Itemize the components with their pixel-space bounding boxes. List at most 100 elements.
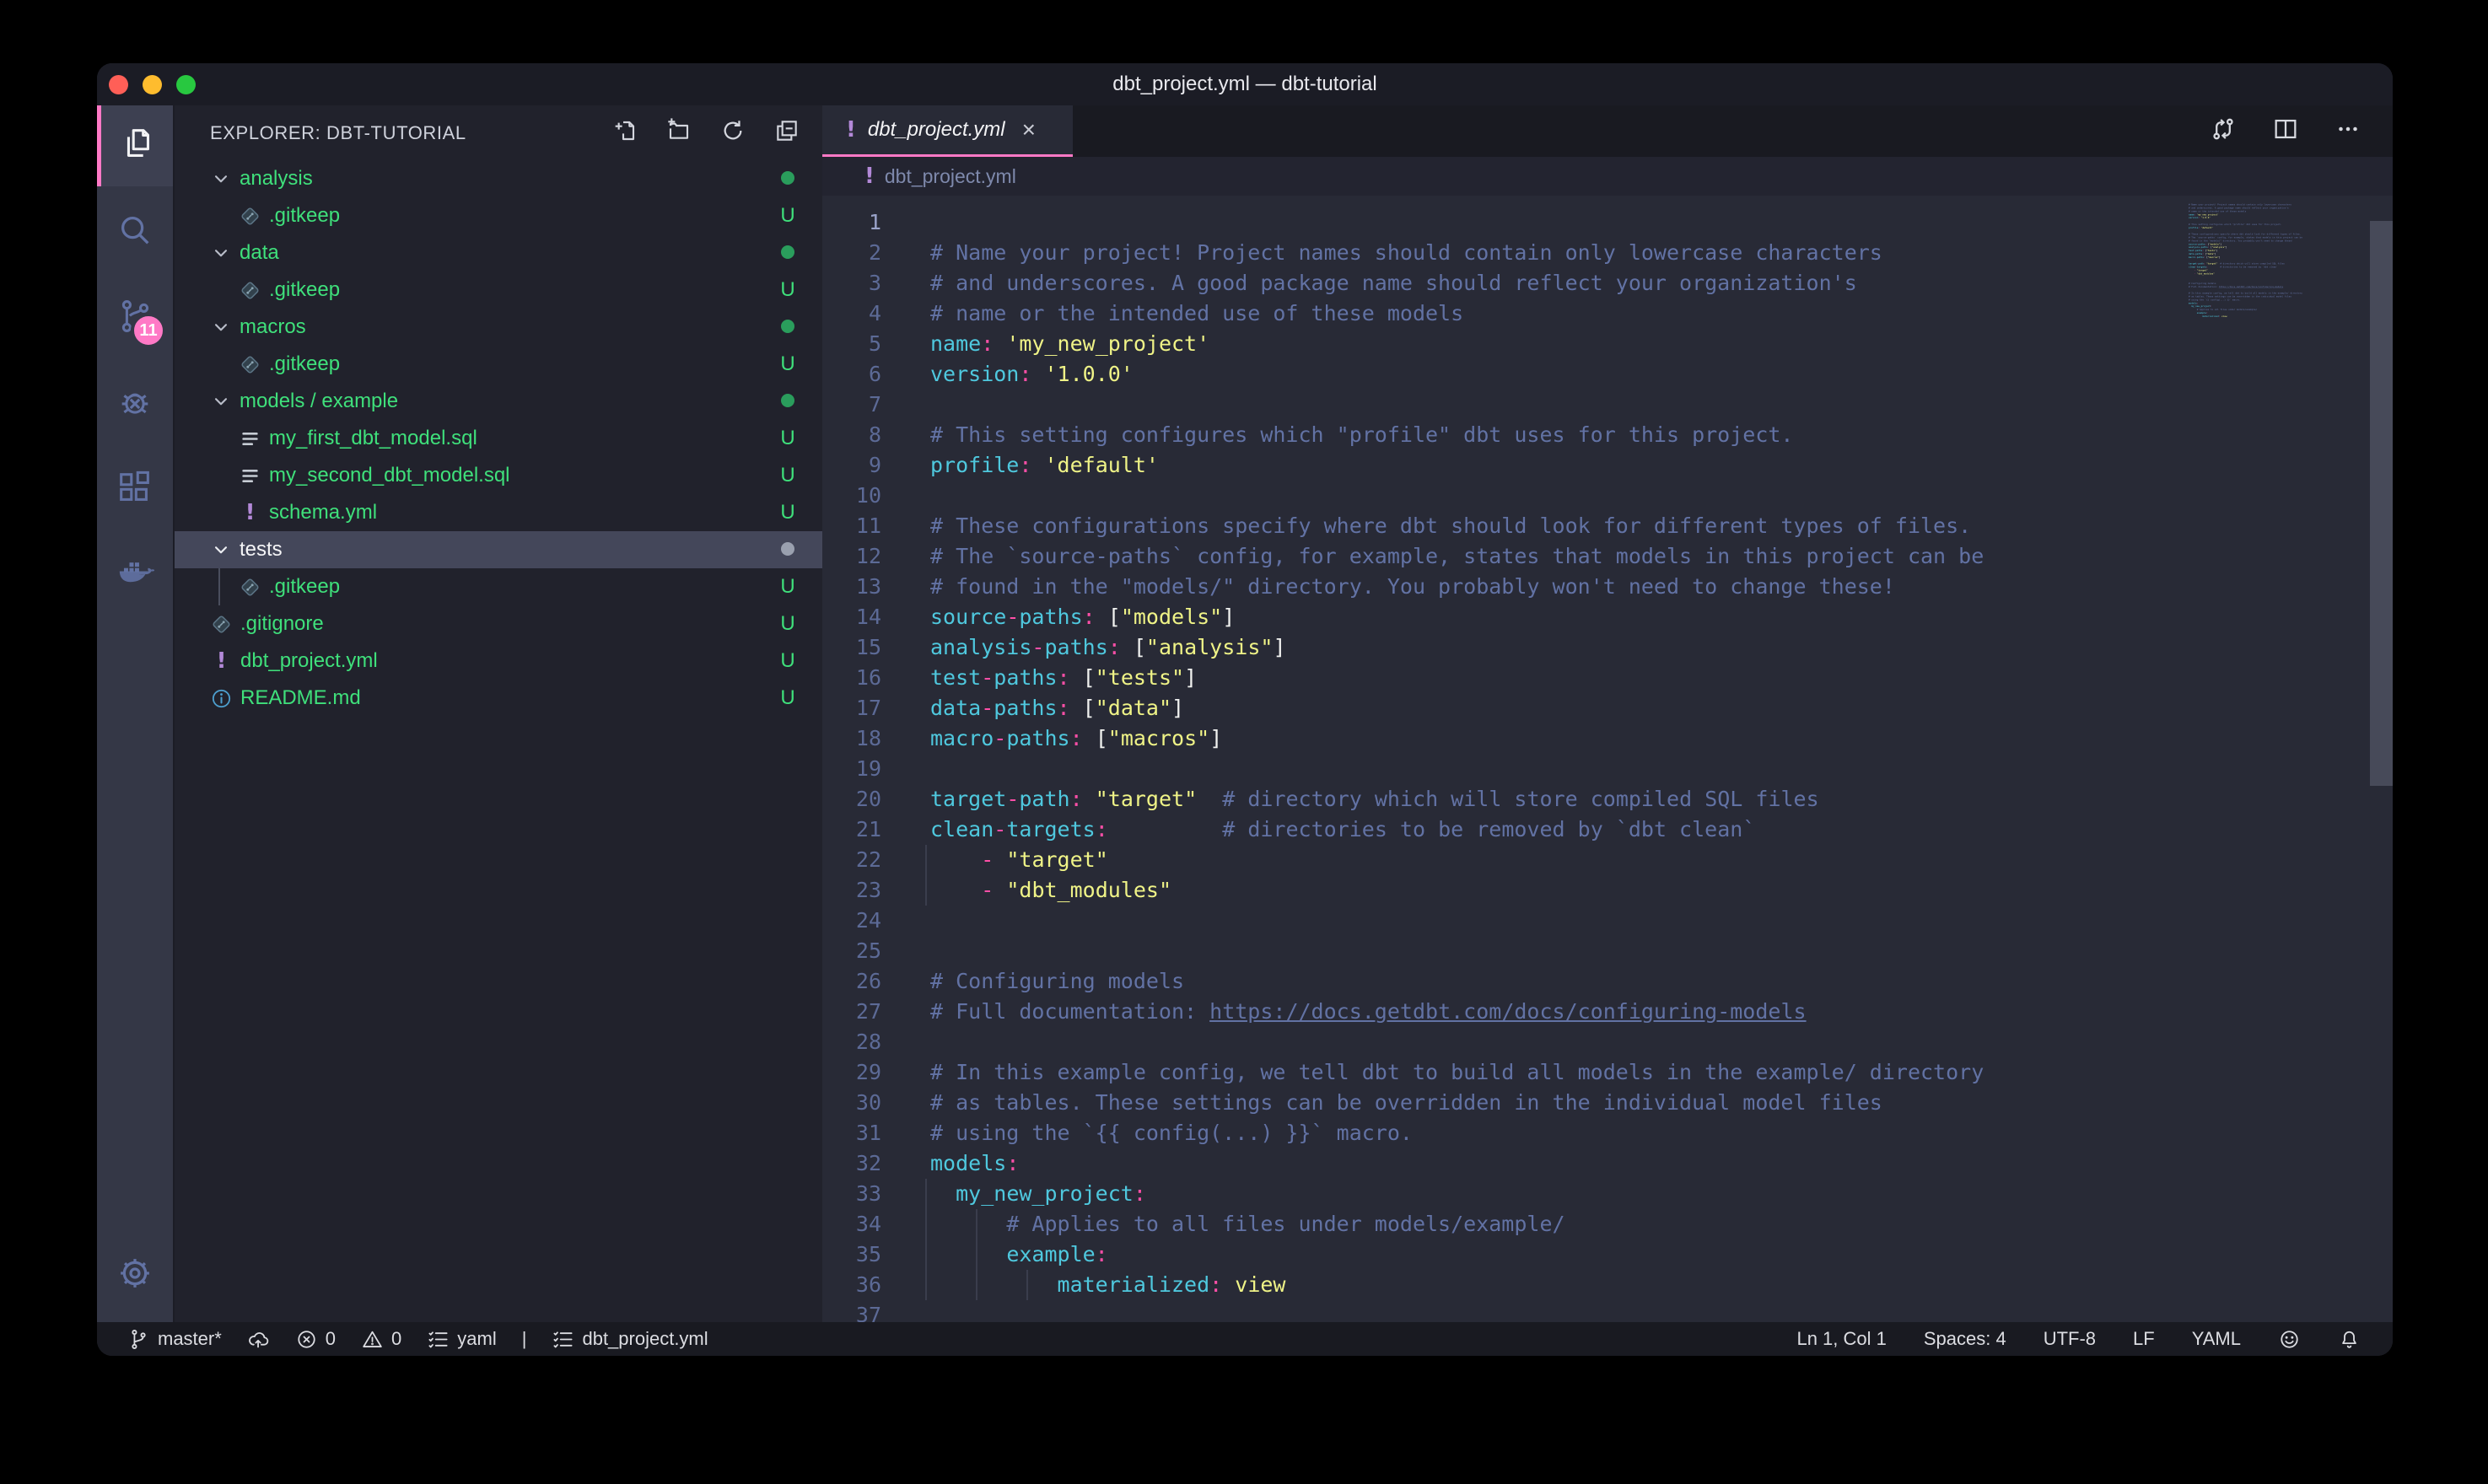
status-label: YAML [2192,1328,2241,1350]
sql-file-icon [239,427,261,450]
minimap[interactable]: # Name your project! Project names shoul… [2189,200,2366,1322]
line-number: 28 [822,1027,881,1057]
tree-item-label: .gitkeep [269,278,340,302]
code-line-32: 32models: [822,1148,2173,1179]
breadcrumb-item-filename[interactable]: dbt_project.yml [885,165,1016,188]
code-line-24: 24 [822,906,2173,936]
status-utf-8[interactable]: UTF-8 [2044,1328,2096,1350]
activity-extensions[interactable] [97,449,173,530]
close-tab-icon[interactable]: × [1022,116,1036,143]
status-warning[interactable]: 0 [361,1328,401,1351]
sql-file-icon [239,465,261,487]
tree-file-schema-yml[interactable]: !schema.ymlU [175,494,822,531]
status-bell[interactable] [2338,1328,2361,1351]
status-lf[interactable]: LF [2133,1328,2155,1350]
code-line-25: 25 [822,936,2173,966]
line-number: 14 [822,602,881,632]
status-cloud-upload[interactable] [247,1328,270,1351]
git-file-icon [210,613,233,636]
tree-file--gitkeep[interactable]: .gitkeepU [175,197,822,234]
docker-whale-icon [116,555,154,598]
line-number: 20 [822,784,881,815]
git-branch-icon [127,1328,150,1351]
line-number: 23 [822,875,881,906]
split-editor-icon[interactable] [2271,115,2300,148]
tree-item-label: macros [240,315,306,339]
line-number: 37 [822,1300,881,1322]
status-smiley[interactable] [2278,1328,2301,1351]
line-number: 6 [822,359,881,390]
code-line-36: 36 materialized: view [822,1270,2173,1300]
code-line-35: 35 example: [822,1239,2173,1270]
cloud-upload-icon [247,1328,270,1351]
line-number: 22 [822,845,881,875]
status-checklist[interactable]: dbt_project.yml [552,1328,708,1351]
activity-docker[interactable] [97,535,173,616]
more-actions-icon[interactable] [2334,115,2362,148]
tree-file-readme-md[interactable]: README.mdU [175,680,822,717]
vscode-window: dbt_project.yml — dbt-tutorial 11 [97,63,2393,1356]
tree-file--gitignore[interactable]: .gitignoreU [175,605,822,643]
tree-folder-analysis[interactable]: analysis [175,160,822,197]
breadcrumb[interactable]: ! dbt_project.yml [822,157,2393,196]
new-file-icon[interactable] [611,117,638,148]
line-number: 2 [822,238,881,268]
refresh-icon[interactable] [719,117,746,148]
status-yaml[interactable]: YAML [2192,1328,2241,1350]
activity-debug[interactable] [97,363,173,444]
tree-folder-macros[interactable]: macros [175,309,822,346]
window-controls [109,75,196,94]
tab-dbt-project-yml[interactable]: ! dbt_project.yml × [822,105,1073,157]
tree-file--gitkeep[interactable]: .gitkeepU [175,568,822,605]
gear-icon [116,1254,154,1297]
tree-file-dbt-project-yml[interactable]: !dbt_project.ymlU [175,643,822,680]
git-untracked-badge: U [777,427,799,450]
tree-file--gitkeep[interactable]: .gitkeep U [175,272,822,309]
screenshot-canvas: dbt_project.yml — dbt-tutorial 11 [0,0,2488,1484]
tree-indent-guide [218,568,220,605]
close-window-button[interactable] [109,75,128,94]
scm-changes-badge: 11 [131,313,166,348]
activity-explorer[interactable] [97,105,173,186]
status-spaces-4[interactable]: Spaces: 4 [1924,1328,2006,1350]
git-file-icon [239,576,261,599]
editor-group: ! dbt_project.yml × ! dbt_project.yml [822,105,2393,1322]
tree-file-my-second-dbt-model-sql[interactable]: my_second_dbt_model.sqlU [175,457,822,494]
code-line-5: 5name: 'my_new_project' [822,329,2173,359]
activity-settings[interactable] [97,1234,173,1315]
status-ln-1-col-1[interactable]: Ln 1, Col 1 [1796,1328,1886,1350]
tree-folder-data[interactable]: data [175,234,822,272]
open-changes-icon[interactable] [2209,115,2238,148]
tree-item-label: .gitkeep [269,575,340,599]
code-line-16: 16test-paths: ["tests"] [822,663,2173,693]
status-git-branch[interactable]: master* [127,1328,222,1351]
zoom-window-button[interactable] [176,75,196,94]
yaml-file-icon: ! [846,117,856,142]
code-line-15: 15analysis-paths: ["analysis"] [822,632,2173,663]
new-folder-icon[interactable] [665,117,692,148]
status-checklist[interactable]: yaml [427,1328,496,1351]
code-line-21: 21clean-targets: # directories to be rem… [822,815,2173,845]
title-bar[interactable]: dbt_project.yml — dbt-tutorial [97,63,2393,105]
tree-item-label: .gitkeep [269,204,340,228]
git-untracked-badge: U [777,278,799,302]
tree-file-my-first-dbt-model-sql[interactable]: my_first_dbt_model.sqlU [175,420,822,457]
collapse-folders-icon[interactable] [773,117,800,148]
line-number: 24 [822,906,881,936]
code-editor[interactable]: 12# Name your project! Project names sho… [822,196,2393,1322]
status-error[interactable]: 0 [295,1328,336,1351]
minimize-window-button[interactable] [143,75,162,94]
explorer-sidebar: EXPLORER: DBT-TUTORIAL analysis.gitkeepU… [175,105,822,1322]
tree-item-label: dbt_project.yml [240,649,378,673]
status-label: master* [158,1328,222,1350]
code-line-26: 26# Configuring models [822,966,2173,997]
tree-file--gitkeep[interactable]: .gitkeepU [175,346,822,383]
editor-scrollbar[interactable] [2370,221,2393,786]
tree-folder-models-example[interactable]: models / example [175,383,822,420]
line-number: 27 [822,997,881,1027]
activity-source-control[interactable]: 11 [97,277,173,358]
activity-search[interactable] [97,191,173,272]
tree-folder-tests[interactable]: tests [175,531,822,568]
bell-icon [2338,1328,2361,1351]
indent-guide [976,1209,977,1239]
